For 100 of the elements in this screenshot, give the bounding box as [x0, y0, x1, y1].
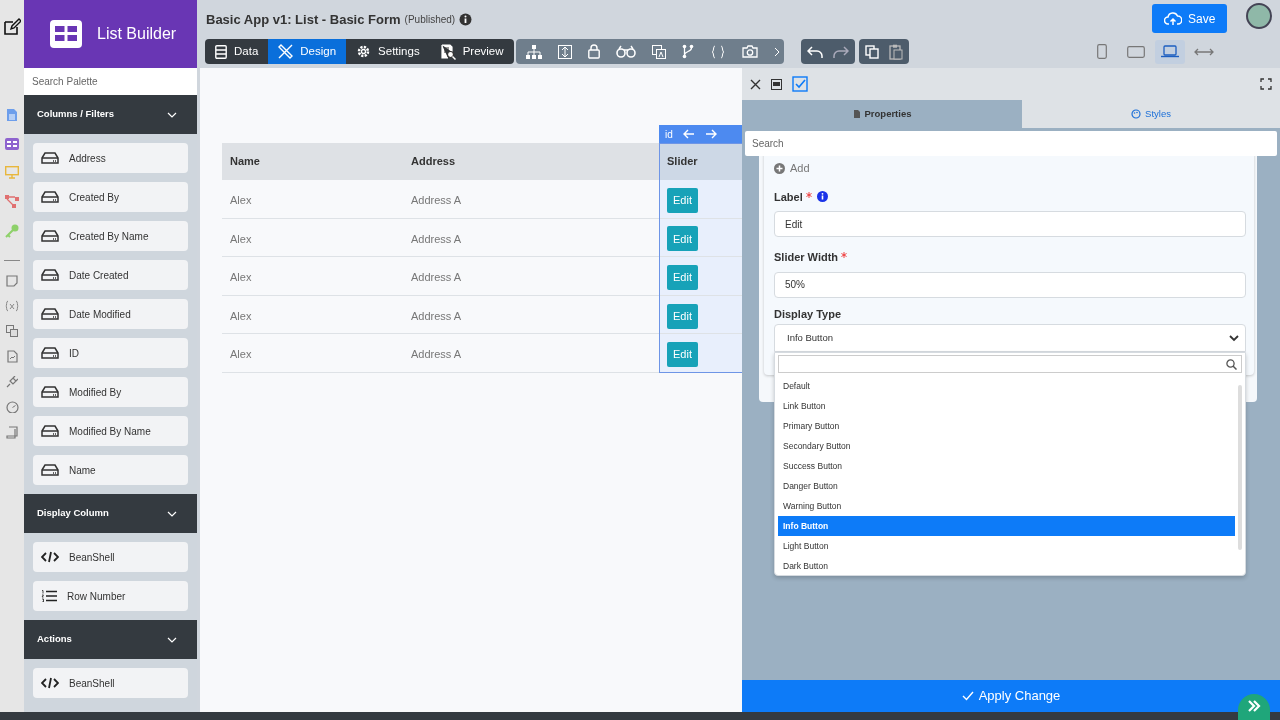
hierarchy-icon[interactable]	[5, 195, 19, 208]
palette-item[interactable]: BeanShell	[33, 542, 188, 572]
search-field[interactable]: Search	[745, 131, 1277, 156]
plug-icon[interactable]	[6, 376, 18, 388]
mode-tab[interactable]: Preview	[429, 39, 514, 64]
palette-item[interactable]: Row Number	[33, 581, 188, 611]
checkmark-icon	[961, 691, 974, 701]
undo-icon[interactable]	[807, 44, 823, 59]
table-icon[interactable]	[5, 138, 19, 150]
laptop-icon[interactable]	[1155, 39, 1185, 64]
table-cell: Alex	[230, 194, 252, 206]
translate-icon[interactable]	[6, 325, 18, 337]
palette-item[interactable]: ID	[33, 338, 188, 368]
code-icon	[41, 551, 59, 563]
paste-icon[interactable]	[889, 43, 903, 60]
table-cell: Address A	[411, 309, 462, 322]
info-icon	[459, 13, 473, 27]
window-icon[interactable]	[771, 78, 782, 90]
document-search-icon	[439, 43, 456, 60]
search-icon	[1226, 358, 1237, 370]
database-icon	[41, 464, 59, 476]
section-title: Display Column	[37, 506, 109, 521]
cloud-upload-icon	[1164, 11, 1182, 26]
palette-item[interactable]: Created By Name	[33, 221, 188, 251]
pencil-ruler-icon	[278, 44, 294, 59]
database-icon	[41, 152, 59, 164]
branch-icon[interactable]	[682, 44, 694, 59]
apply-change-button[interactable]: Apply Change	[742, 680, 1280, 712]
fullscreen-icon[interactable]	[1260, 78, 1272, 90]
section-header[interactable]: Columns / Filters	[24, 95, 197, 134]
mode-tab[interactable]: Data	[205, 39, 269, 64]
section-title: Actions	[37, 632, 72, 647]
settings-icon	[356, 44, 372, 59]
arrow-right-icon[interactable]	[704, 129, 717, 139]
chevron-down-icon	[167, 111, 177, 118]
dropdown[interactable]: Info Button	[774, 324, 1246, 352]
palette-item[interactable]: BeanShell	[33, 668, 188, 698]
add-button[interactable]: Add	[774, 160, 810, 177]
table-cell: Alex	[230, 271, 252, 284]
code-icon	[41, 677, 59, 689]
section-header[interactable]: Display Column	[24, 494, 197, 533]
palette-item[interactable]: Date Modified	[33, 299, 188, 329]
camera-icon[interactable]	[742, 45, 758, 58]
table-cell: Address A	[411, 348, 462, 361]
palette-item[interactable]: Address	[33, 143, 188, 173]
sitemap-icon[interactable]	[526, 44, 542, 59]
input-field[interactable]: 50%	[774, 271, 1246, 298]
status-label: (Published)	[404, 13, 456, 28]
panel-tab[interactable]: Styles	[1022, 100, 1280, 128]
mode-tab[interactable]: Design	[268, 39, 347, 64]
scroll-icon[interactable]	[6, 426, 18, 439]
dropdown-option[interactable]: Info Button	[778, 516, 1235, 536]
avatar[interactable]	[1246, 3, 1272, 29]
document-icon[interactable]	[6, 108, 18, 122]
mode-tab[interactable]: Settings	[346, 39, 430, 64]
table-cell: Address A	[411, 232, 462, 245]
lock-icon[interactable]	[588, 44, 600, 59]
search-field[interactable]: Search Palette	[24, 68, 197, 95]
database-icon	[41, 269, 59, 281]
section-title: Columns / Filters	[37, 107, 115, 122]
double-chevron-right-icon	[1247, 700, 1261, 712]
braces-icon[interactable]	[710, 44, 726, 59]
table-cell: Alex	[230, 232, 252, 245]
plus-circle-icon	[774, 162, 785, 174]
edit-icon[interactable]	[3, 18, 21, 36]
chevron-right-icon[interactable]	[774, 46, 780, 57]
field-label: Slider Width	[774, 250, 839, 265]
palette-item[interactable]: Name	[33, 455, 188, 485]
database-icon	[41, 191, 59, 203]
input-field[interactable]: Edit	[774, 211, 1246, 237]
column-header: Address	[410, 154, 457, 170]
table-cell: Alex	[230, 309, 252, 322]
translate-icon[interactable]	[652, 44, 666, 59]
table-cell: Address A	[411, 271, 462, 284]
gauge-icon[interactable]	[5, 401, 19, 413]
file-icon[interactable]	[6, 350, 18, 363]
table-cell: Address A	[411, 194, 462, 206]
redo-icon[interactable]	[833, 44, 849, 59]
save-button[interactable]: Save	[1152, 4, 1228, 33]
binoculars-icon[interactable]	[616, 45, 636, 58]
table-cell: Alex	[230, 348, 252, 361]
input-field[interactable]	[778, 355, 1242, 373]
field-label: Label	[774, 189, 803, 205]
palette-item[interactable]: Modified By	[33, 377, 188, 407]
copy-icon[interactable]	[865, 44, 879, 59]
note-icon[interactable]	[6, 275, 18, 287]
table-icon	[50, 20, 82, 48]
builder-title: List Builder	[97, 24, 177, 44]
palette-item[interactable]: Created By	[33, 182, 188, 212]
arrow-left-icon[interactable]	[682, 129, 695, 139]
database-icon	[41, 308, 59, 320]
variable-icon[interactable]	[5, 300, 19, 312]
database-icon	[41, 347, 59, 359]
close-icon[interactable]	[750, 78, 761, 90]
palette-item[interactable]: Date Created	[33, 260, 188, 290]
palette-item[interactable]: Modified By Name	[33, 416, 188, 446]
section-header[interactable]: Actions	[24, 620, 197, 659]
checkbox-icon[interactable]	[792, 76, 808, 92]
expand-vertical-icon[interactable]	[558, 44, 572, 59]
palette-icon	[1131, 109, 1142, 119]
